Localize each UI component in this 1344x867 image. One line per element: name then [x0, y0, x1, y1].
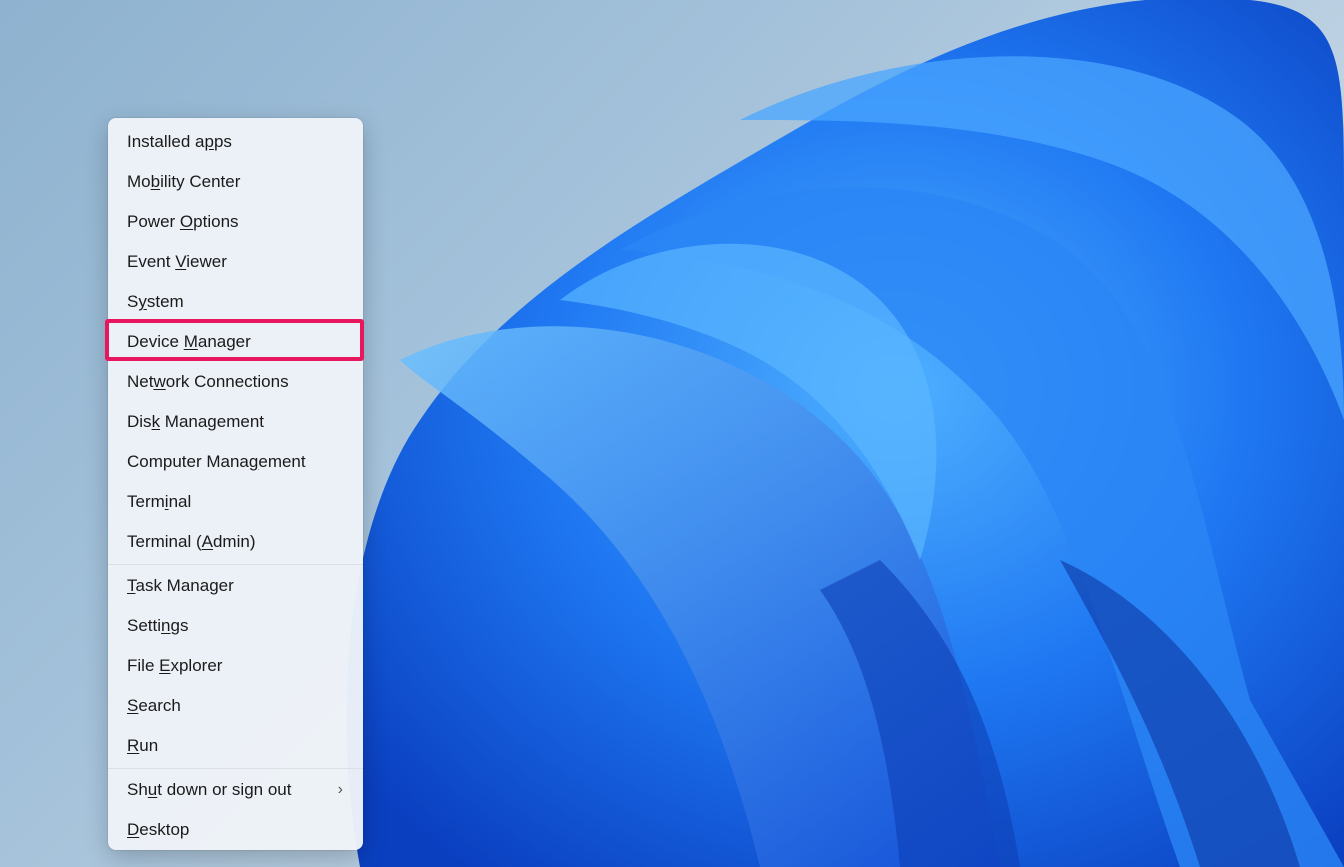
menu-item-label: Terminal	[127, 492, 192, 511]
menu-item-label: Settings	[127, 616, 189, 635]
menu-item-label: Event Viewer	[127, 252, 227, 271]
menu-item-label: Computer Management	[127, 452, 306, 471]
accelerator-key: u	[147, 780, 158, 799]
menu-item-label: Disk Management	[127, 412, 265, 431]
accelerator-key: S	[127, 696, 139, 715]
menu-separator	[108, 564, 363, 565]
menu-item-terminal-admin[interactable]: Terminal (Admin)	[108, 522, 363, 562]
accelerator-key: k	[151, 412, 161, 431]
chevron-right-icon: ›	[337, 781, 343, 798]
accelerator-key: b	[150, 172, 161, 191]
menu-item-terminal[interactable]: Terminal	[108, 482, 363, 522]
menu-item-label: Run	[127, 736, 159, 755]
menu-item-label: Shut down or sign out	[127, 780, 292, 799]
menu-item-label: Terminal (Admin)	[127, 532, 256, 551]
menu-separator	[108, 768, 363, 769]
menu-item-event-viewer[interactable]: Event Viewer	[108, 242, 363, 282]
menu-item-power-options[interactable]: Power Options	[108, 202, 363, 242]
menu-item-computer-management[interactable]: Computer Management	[108, 442, 363, 482]
menu-item-label: Search	[127, 696, 181, 715]
menu-item-label: Installed apps	[127, 132, 232, 151]
menu-item-task-manager[interactable]: Task Manager	[108, 566, 363, 606]
menu-item-search[interactable]: Search	[108, 686, 363, 726]
menu-item-desktop[interactable]: Desktop	[108, 810, 363, 850]
menu-item-device-manager[interactable]: Device Manager	[108, 322, 363, 362]
accelerator-key: R	[127, 736, 140, 755]
menu-item-settings[interactable]: Settings	[108, 606, 363, 646]
menu-item-label: File Explorer	[127, 656, 223, 675]
winx-context-menu: Installed apps Mobility Center Power Optio…	[108, 118, 363, 850]
menu-item-label: System	[127, 292, 184, 311]
accelerator-key: E	[159, 656, 171, 675]
menu-item-disk-management[interactable]: Disk Management	[108, 402, 363, 442]
menu-item-label: Mobility Center	[127, 172, 241, 191]
accelerator-key: A	[201, 532, 213, 551]
accelerator-key: n	[161, 616, 171, 635]
menu-item-mobility-center[interactable]: Mobility Center	[108, 162, 363, 202]
accelerator-key: D	[127, 820, 140, 839]
menu-item-system[interactable]: System	[108, 282, 363, 322]
menu-item-label: Network Connections	[127, 372, 289, 391]
menu-item-shut-down-or-sign-out[interactable]: Shut down or sign out ›	[108, 770, 363, 810]
accelerator-key: y	[138, 292, 147, 311]
accelerator-key: p	[204, 132, 214, 151]
menu-item-label: Task Manager	[127, 576, 234, 595]
menu-item-run[interactable]: Run	[108, 726, 363, 766]
accelerator-key: V	[175, 252, 187, 271]
accelerator-key: O	[179, 212, 194, 231]
menu-item-network-connections[interactable]: Network Connections	[108, 362, 363, 402]
accelerator-key: g	[248, 452, 259, 471]
menu-item-installed-apps[interactable]: Installed apps	[108, 122, 363, 162]
accelerator-key: T	[127, 576, 136, 595]
accelerator-key: M	[183, 332, 198, 351]
menu-item-label: Device Manager	[127, 332, 251, 351]
menu-item-file-explorer[interactable]: File Explorer	[108, 646, 363, 686]
menu-item-label: Power Options	[127, 212, 239, 231]
accelerator-key: w	[153, 372, 166, 391]
menu-item-label: Desktop	[127, 820, 190, 839]
